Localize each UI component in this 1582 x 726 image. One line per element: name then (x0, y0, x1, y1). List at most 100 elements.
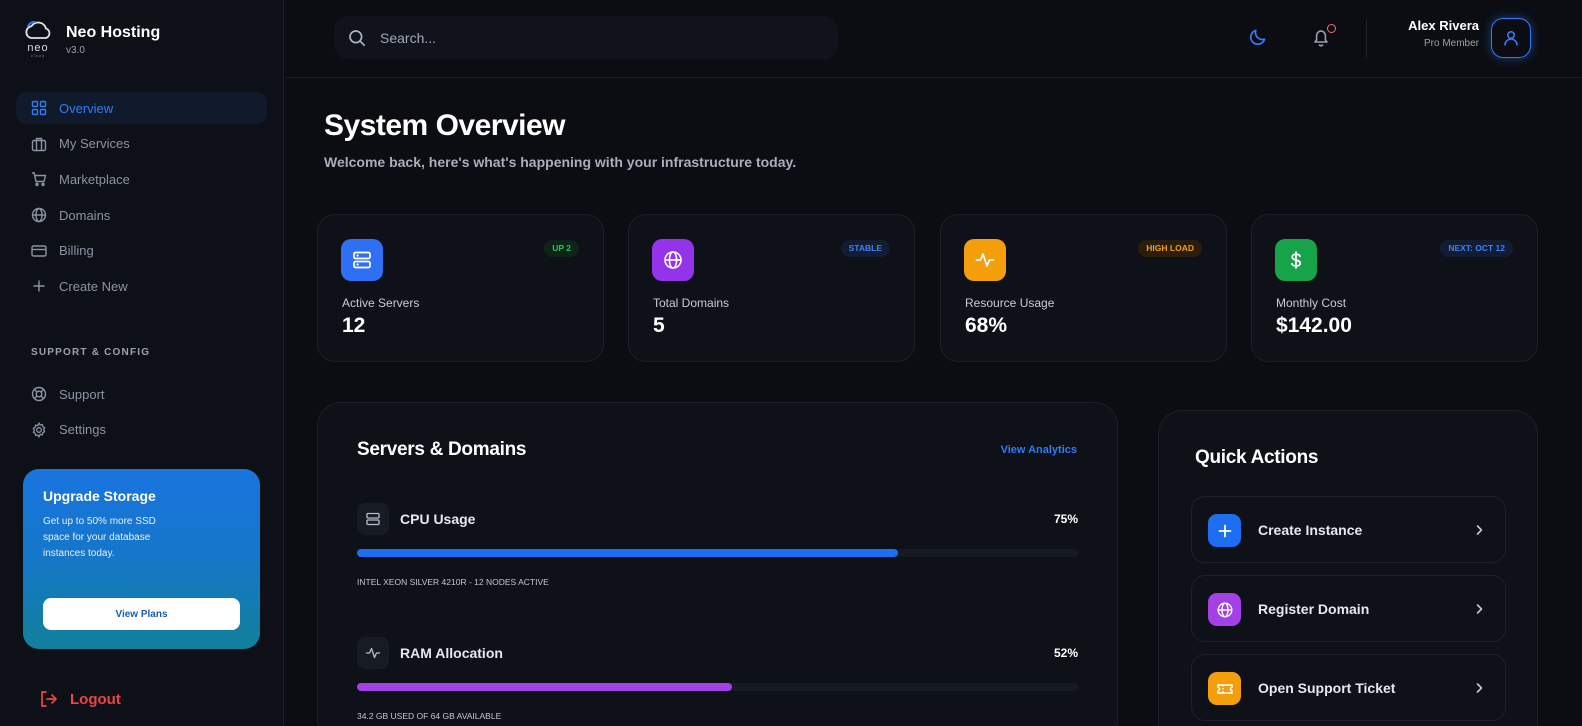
sidebar-item-support[interactable]: Support (16, 378, 267, 410)
stat-value: 5 (653, 314, 665, 337)
metric-note: Intel Xeon Silver 4210R - 12 Nodes Activ… (357, 577, 549, 587)
search-bar[interactable] (334, 16, 838, 59)
stat-card-monthly-cost[interactable]: NEXT: OCT 12 Monthly Cost $142.00 (1251, 214, 1538, 362)
logout-button[interactable]: Logout (38, 689, 121, 709)
brand-name: Neo Hosting (66, 24, 161, 41)
progress-track (357, 549, 1078, 557)
stat-card-total-domains[interactable]: STABLE Total Domains 5 (628, 214, 915, 362)
page-subtitle: Welcome back, here's what's happening wi… (324, 154, 797, 170)
nav-section-title: SUPPORT & CONFIG (31, 347, 151, 358)
sidebar-item-billing[interactable]: Billing (16, 235, 267, 267)
progress-fill (357, 549, 898, 557)
avatar[interactable] (1491, 18, 1531, 58)
sidebar-item-label: My Services (59, 136, 130, 152)
chevron-right-icon (1476, 683, 1483, 693)
stat-card-resource-usage[interactable]: HIGH LOAD Resource Usage 68% (940, 214, 1227, 362)
top-header: Alex Rivera Pro Member (285, 0, 1582, 78)
view-analytics-link[interactable]: View Analytics (1001, 444, 1077, 456)
header-divider (1366, 20, 1367, 58)
status-badge: NEXT: OCT 12 (1440, 240, 1513, 257)
cloud-logo-icon (25, 21, 51, 39)
globe-icon (31, 207, 47, 223)
stat-card-active-servers[interactable]: UP 2 Active Servers 12 (317, 214, 604, 362)
progress-fill (357, 683, 732, 691)
servers-domains-panel: Servers & Domains View Analytics CPU Usa… (317, 402, 1118, 726)
brand-logo-word: neo (27, 42, 49, 54)
activity-icon (365, 647, 381, 659)
sidebar-item-marketplace[interactable]: Marketplace (16, 163, 267, 195)
lifebuoy-icon (31, 386, 47, 402)
view-plans-button[interactable]: View Plans (43, 598, 240, 630)
user-info[interactable]: Alex Rivera Pro Member (1408, 18, 1479, 49)
theme-toggle-button[interactable] (1248, 27, 1268, 47)
register-domain-button[interactable]: Register Domain (1191, 575, 1506, 642)
upgrade-description: Get up to 50% more SSD space for your da… (43, 516, 156, 559)
status-badge: HIGH LOAD (1138, 240, 1202, 257)
panel-title: Servers & Domains (357, 439, 527, 460)
stat-label: Total Domains (653, 296, 730, 310)
metric-note: 34.2 GB USED OF 64 GB AVAILABLE (357, 711, 502, 721)
sidebar-item-label: Create New (59, 278, 128, 294)
sidebar-item-label: Overview (59, 100, 114, 116)
metric-percent: 75% (1053, 512, 1078, 526)
sidebar-item-domains[interactable]: Domains (16, 199, 267, 231)
upgrade-title: Upgrade Storage (43, 488, 156, 504)
stat-label: Monthly Cost (1276, 296, 1347, 310)
support-nav: Support Settings (16, 378, 267, 449)
search-icon (349, 29, 366, 46)
qa-label: Register Domain (1258, 601, 1370, 617)
metric-icon (357, 503, 389, 535)
stat-value: 12 (342, 314, 366, 337)
progress-track (357, 683, 1078, 691)
qa-label: Open Support Ticket (1258, 680, 1396, 696)
logout-icon (41, 691, 57, 707)
qa-icon (1208, 514, 1241, 547)
sidebar: neo cloud Neo Hosting v3.0 Overview My S… (0, 0, 284, 726)
search-input[interactable] (380, 29, 800, 46)
globe-icon (664, 251, 682, 269)
globe-icon (1216, 601, 1233, 618)
metric-name: CPU Usage (400, 511, 476, 527)
brand-version: v3.0 (66, 45, 85, 56)
stat-icon (964, 239, 1006, 281)
stat-label: Resource Usage (965, 296, 1055, 310)
stat-label: Active Servers (342, 296, 420, 310)
stat-value: $142.00 (1276, 314, 1352, 337)
open-support-ticket-button[interactable]: Open Support Ticket (1191, 654, 1506, 721)
brand[interactable]: neo cloud Neo Hosting v3.0 (22, 20, 160, 62)
metric-percent: 52% (1053, 646, 1078, 660)
qa-icon (1208, 593, 1241, 626)
sidebar-item-overview[interactable]: Overview (16, 92, 267, 124)
metric-name: RAM Allocation (400, 645, 503, 661)
upgrade-card: Upgrade Storage Get up to 50% more SSD s… (23, 469, 260, 649)
plus-icon (33, 280, 45, 292)
notifications-button[interactable] (1310, 24, 1336, 48)
sidebar-item-settings[interactable]: Settings (16, 414, 267, 446)
dollar-icon (1291, 251, 1302, 269)
cart-icon (32, 172, 47, 187)
qa-label: Create Instance (1258, 522, 1363, 538)
moon-icon (1249, 29, 1266, 46)
server-icon (353, 251, 371, 269)
user-icon (1504, 30, 1518, 46)
user-role: Pro Member (1423, 38, 1479, 49)
activity-icon (975, 253, 995, 267)
status-badge: STABLE (840, 240, 890, 257)
ticket-icon (1216, 683, 1233, 694)
main-nav: Overview My Services Marketplace Domains… (16, 92, 267, 306)
sidebar-item-my-services[interactable]: My Services (16, 128, 267, 160)
create-instance-button[interactable]: Create Instance (1191, 496, 1506, 563)
plus-icon (1218, 524, 1231, 537)
sidebar-item-label: Support (59, 386, 105, 402)
page-title: System Overview (324, 109, 565, 142)
brand-logo-sub: cloud (30, 53, 46, 58)
stat-icon (652, 239, 694, 281)
sidebar-item-label: Settings (59, 422, 106, 438)
sidebar-item-create-new[interactable]: Create New (16, 270, 267, 302)
chevron-right-icon (1476, 604, 1483, 614)
stat-icon (1275, 239, 1317, 281)
sidebar-item-label: Domains (59, 207, 111, 223)
briefcase-icon (31, 137, 47, 151)
metric-icon (357, 637, 389, 669)
server-icon (366, 512, 380, 526)
